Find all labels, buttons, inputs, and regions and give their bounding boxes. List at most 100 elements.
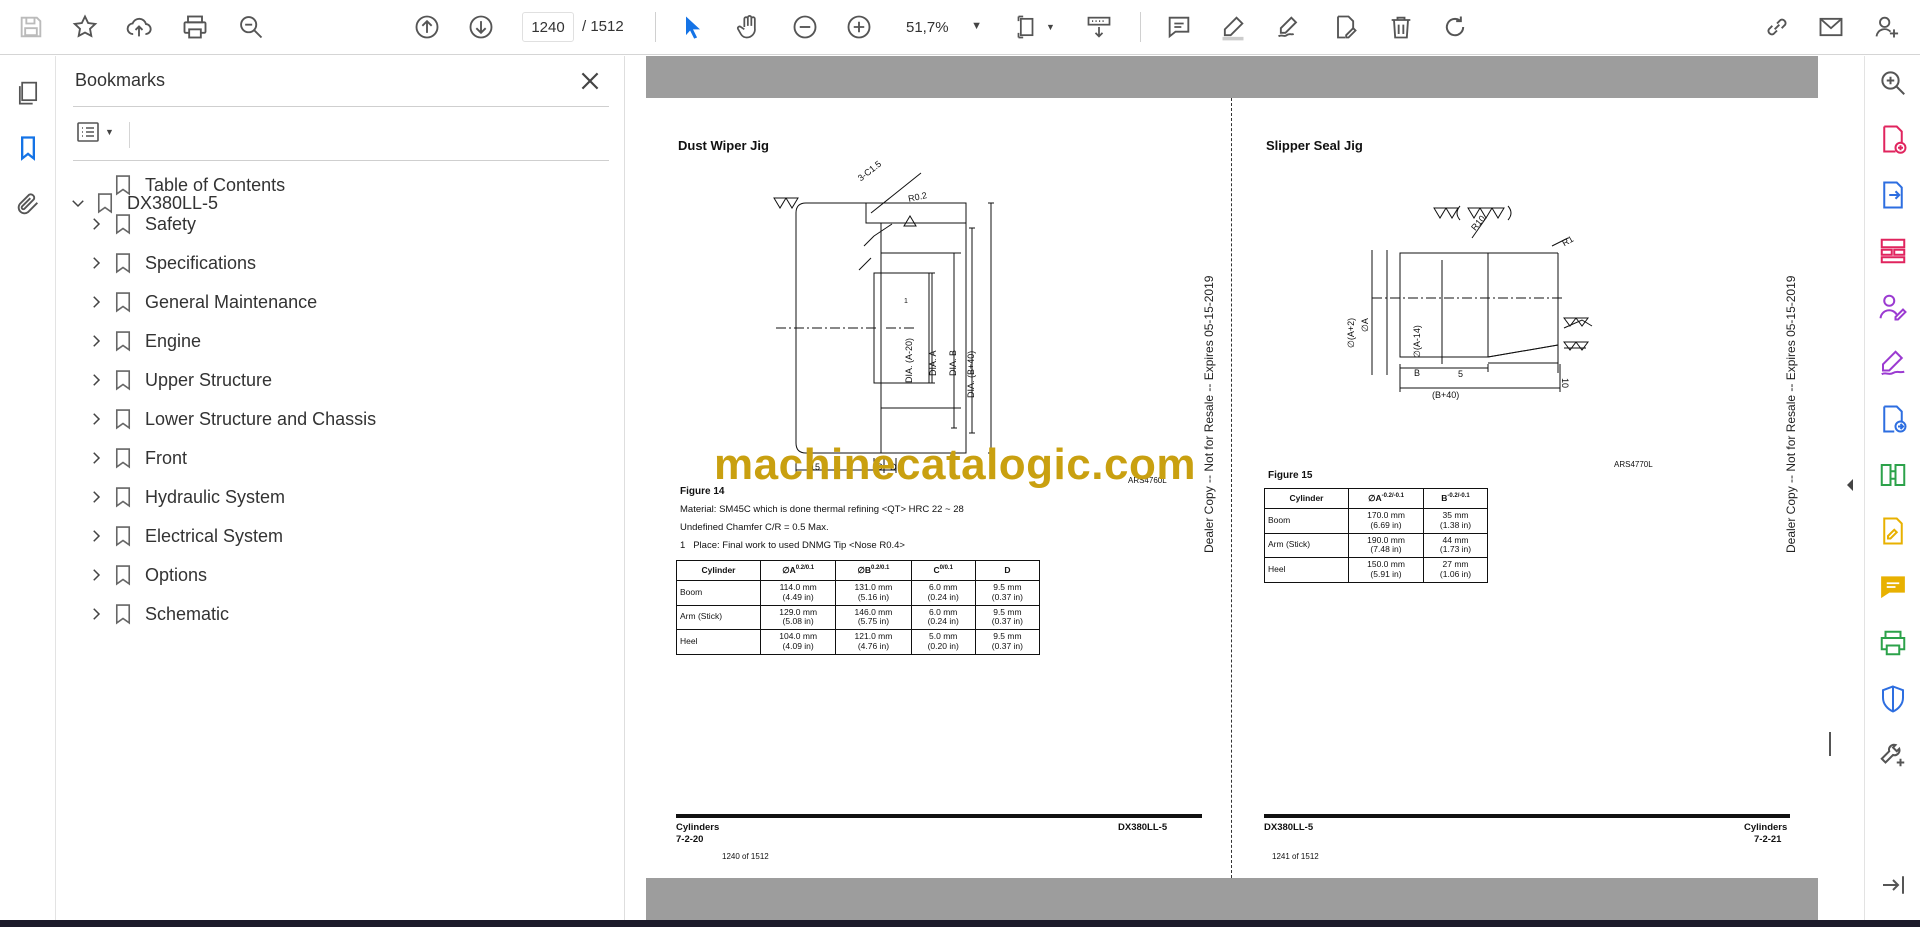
- page-number-input[interactable]: [522, 12, 574, 42]
- chevron-right-icon[interactable]: [85, 369, 107, 391]
- expand-panel-icon[interactable]: [1874, 866, 1912, 904]
- fill-sign-icon[interactable]: [1874, 344, 1912, 382]
- zoom-in-button[interactable]: [840, 8, 878, 46]
- print-production-icon[interactable]: [1874, 624, 1912, 662]
- bookmark-label: Hydraulic System: [145, 486, 286, 507]
- document-scrollbar[interactable]: [1822, 56, 1838, 920]
- edit-pdf-icon[interactable]: [1874, 512, 1912, 550]
- email-icon[interactable]: [1812, 8, 1850, 46]
- bookmark-item[interactable]: Safety: [85, 207, 196, 241]
- rotate-icon[interactable]: [1436, 8, 1474, 46]
- bookmark-item[interactable]: General Maintenance: [85, 285, 317, 319]
- bookmark-icon: [115, 212, 133, 236]
- chevron-right-icon[interactable]: [85, 213, 107, 235]
- figure-caption: Figure 15: [1268, 470, 1313, 481]
- table-cell: Heel: [1264, 557, 1349, 583]
- bookmark-options-button[interactable]: ▼: [75, 116, 125, 148]
- table-row: Boom 170.0 mm (6.69 in) 35 mm (1.38 in): [1264, 508, 1488, 534]
- send-for-review-icon[interactable]: [1874, 400, 1912, 438]
- draw-signature-icon[interactable]: [1270, 8, 1308, 46]
- close-icon[interactable]: [577, 68, 603, 94]
- bookmark-item[interactable]: Lower Structure and Chassis: [85, 402, 376, 436]
- search-zoom-icon[interactable]: [1874, 64, 1912, 102]
- cloud-upload-icon[interactable]: [120, 8, 158, 46]
- zoom-out-button[interactable]: [786, 8, 824, 46]
- page-count: 1240 of 1512: [722, 852, 769, 861]
- bookmark-icon: [115, 524, 133, 548]
- document-viewer[interactable]: Dust Wiper Jig 3-C1.5 R0.2 DIA. (A-20) D…: [626, 56, 1862, 920]
- export-pdf-icon[interactable]: [1874, 176, 1912, 214]
- collapse-right-panel-icon[interactable]: [1844, 476, 1856, 494]
- previous-page-button[interactable]: [408, 8, 446, 46]
- table-cell: 44 mm (1.73 in): [1423, 532, 1488, 559]
- bookmark-item[interactable]: Options: [85, 558, 207, 592]
- page-thumbnails-icon[interactable]: [8, 72, 48, 112]
- page-gap: [646, 56, 1818, 98]
- find-zoom-icon[interactable]: [232, 8, 270, 46]
- footer-page-code: 7-2-20: [676, 834, 704, 845]
- table-header: ∅A0.2/0.1: [759, 560, 837, 581]
- page-fit-caret-icon[interactable]: ▼: [1046, 22, 1055, 32]
- save-icon[interactable]: [12, 8, 50, 46]
- select-tool-icon[interactable]: [674, 8, 712, 46]
- page-fit-icon[interactable]: [1010, 8, 1048, 46]
- toolbar-separator: [1140, 12, 1141, 42]
- next-page-button[interactable]: [462, 8, 500, 46]
- bookmark-item[interactable]: Specifications: [85, 246, 256, 280]
- bookmarks-panel-icon[interactable]: [8, 128, 48, 168]
- dealer-copy-stamp: Dealer Copy -- Not for Resale -- Expires…: [1202, 275, 1216, 553]
- chevron-right-icon[interactable]: [85, 330, 107, 352]
- bookmark-item[interactable]: Schematic: [85, 597, 229, 631]
- chevron-right-icon[interactable]: [85, 564, 107, 586]
- bookmark-item[interactable]: Table of Contents: [85, 168, 285, 202]
- scrollbar-thumb[interactable]: [1829, 732, 1831, 756]
- chevron-right-icon[interactable]: [85, 447, 107, 469]
- chevron-right-icon[interactable]: [85, 525, 107, 547]
- create-pdf-icon[interactable]: [1874, 120, 1912, 158]
- account-icon[interactable]: [1868, 8, 1906, 46]
- zoom-level-value: 51,7%: [906, 18, 949, 36]
- table-cell: 170.0 mm (6.69 in): [1347, 508, 1425, 534]
- comment-icon[interactable]: [1160, 8, 1198, 46]
- highlight-pen-icon[interactable]: [1214, 8, 1252, 46]
- protect-icon[interactable]: [1874, 680, 1912, 718]
- comment-tool-icon[interactable]: [1874, 568, 1912, 606]
- delete-icon[interactable]: [1382, 8, 1420, 46]
- table-cell: 5.0 mm (0.20 in): [910, 629, 976, 655]
- chevron-right-icon[interactable]: [85, 486, 107, 508]
- more-tools-icon[interactable]: [1874, 736, 1912, 774]
- star-icon[interactable]: [66, 8, 104, 46]
- scroll-mode-icon[interactable]: [1080, 8, 1118, 46]
- table-row: Heel 150.0 mm (5.91 in) 27 mm (1.06 in): [1264, 557, 1488, 583]
- table-cell: 190.0 mm (7.48 in): [1347, 532, 1425, 559]
- chevron-right-icon[interactable]: [85, 408, 107, 430]
- chevron-right-icon[interactable]: [85, 603, 107, 625]
- bookmark-item[interactable]: Engine: [85, 324, 201, 358]
- table-cell: 35 mm (1.38 in): [1423, 508, 1488, 534]
- organize-pages-icon[interactable]: [1874, 232, 1912, 270]
- print-icon[interactable]: [176, 8, 214, 46]
- footer-model: DX380LL-5: [1264, 822, 1314, 833]
- bookmark-label: Lower Structure and Chassis: [145, 408, 377, 429]
- hand-tool-icon[interactable]: [730, 8, 768, 46]
- chevron-right-icon[interactable]: [85, 252, 107, 274]
- chevron-right-icon[interactable]: [85, 291, 107, 313]
- bookmark-item[interactable]: Hydraulic System: [85, 480, 285, 514]
- attachments-icon[interactable]: [8, 184, 48, 224]
- edit-document-icon[interactable]: [1326, 8, 1364, 46]
- bookmark-item[interactable]: Upper Structure: [85, 363, 272, 397]
- share-link-icon[interactable]: [1758, 8, 1796, 46]
- table-body: Boom 114.0 mm (4.49 in) 131.0 mm (5.16 in) 6.…: [676, 580, 1041, 655]
- footer-section: Cylinders: [1744, 822, 1788, 833]
- compare-files-icon[interactable]: [1874, 456, 1912, 494]
- zoom-level-dropdown[interactable]: 51,7% ▼: [896, 12, 990, 42]
- bookmark-item[interactable]: Front: [85, 441, 187, 475]
- spec-table: Cylinder ∅A-0.2/-0.1 B-0.2/-0.1 Boom 170.…: [1264, 488, 1488, 583]
- table-cell: 129.0 mm (5.08 in): [759, 604, 837, 631]
- bookmark-item[interactable]: Electrical System: [85, 519, 283, 553]
- table-header: Cylinder: [676, 560, 761, 581]
- note-text: Place: Final work to used DNMG Tip <Nose…: [693, 540, 905, 551]
- surface-finish-symbol: [1433, 207, 1505, 219]
- request-signatures-icon[interactable]: [1874, 288, 1912, 326]
